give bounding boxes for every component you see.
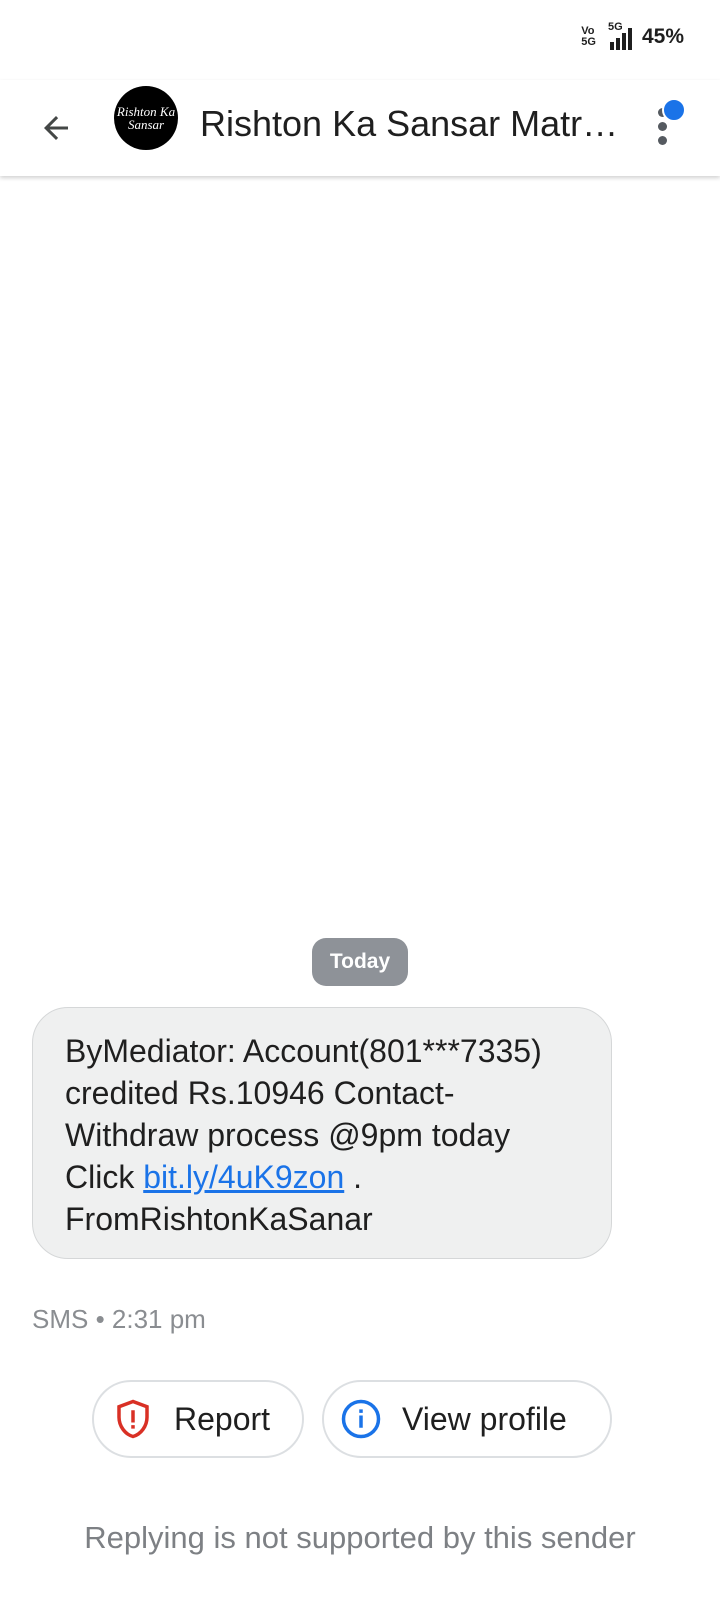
status-bar: Vo 5G 5G 45% (0, 0, 720, 80)
conversation-title[interactable]: Rishton Ka Sansar Matri... (200, 102, 620, 146)
status-icons: Vo 5G 5G 45% (581, 21, 684, 50)
arrow-back-icon (44, 116, 68, 140)
signal-strength-icon: 5G (607, 21, 632, 50)
info-icon (341, 1399, 381, 1439)
report-label: Report (174, 1400, 271, 1437)
shield-alert-icon (117, 1399, 149, 1439)
volte-network-label: 5G (581, 36, 596, 48)
message-link[interactable]: bit.ly/4uK9zon (143, 1159, 344, 1195)
message-bubble[interactable]: ByMediator: Account(801***7335) credited… (32, 1007, 612, 1259)
volte-indicator: Vo 5G (581, 26, 596, 48)
report-button[interactable]: Report (92, 1380, 304, 1458)
back-button[interactable] (36, 98, 76, 158)
battery-percentage: 45% (641, 25, 684, 48)
view-profile-label: View profile (402, 1400, 567, 1437)
reply-unsupported-note: Replying is not supported by this sender (84, 1520, 636, 1555)
date-divider: Today (312, 938, 408, 986)
notification-dot-icon (662, 98, 686, 122)
more-options-button[interactable] (652, 98, 686, 152)
sender-avatar[interactable]: Rishton Ka Sansar (114, 86, 178, 150)
avatar-logo-text: Rishton Ka Sansar (116, 104, 176, 132)
message-meta: SMS • 2:31 pm (32, 1304, 206, 1334)
view-profile-button[interactable]: View profile (322, 1380, 612, 1458)
conversation-header: Rishton Ka Sansar Rishton Ka Sansar Matr… (0, 80, 720, 176)
network-type-label: 5G (607, 21, 623, 33)
